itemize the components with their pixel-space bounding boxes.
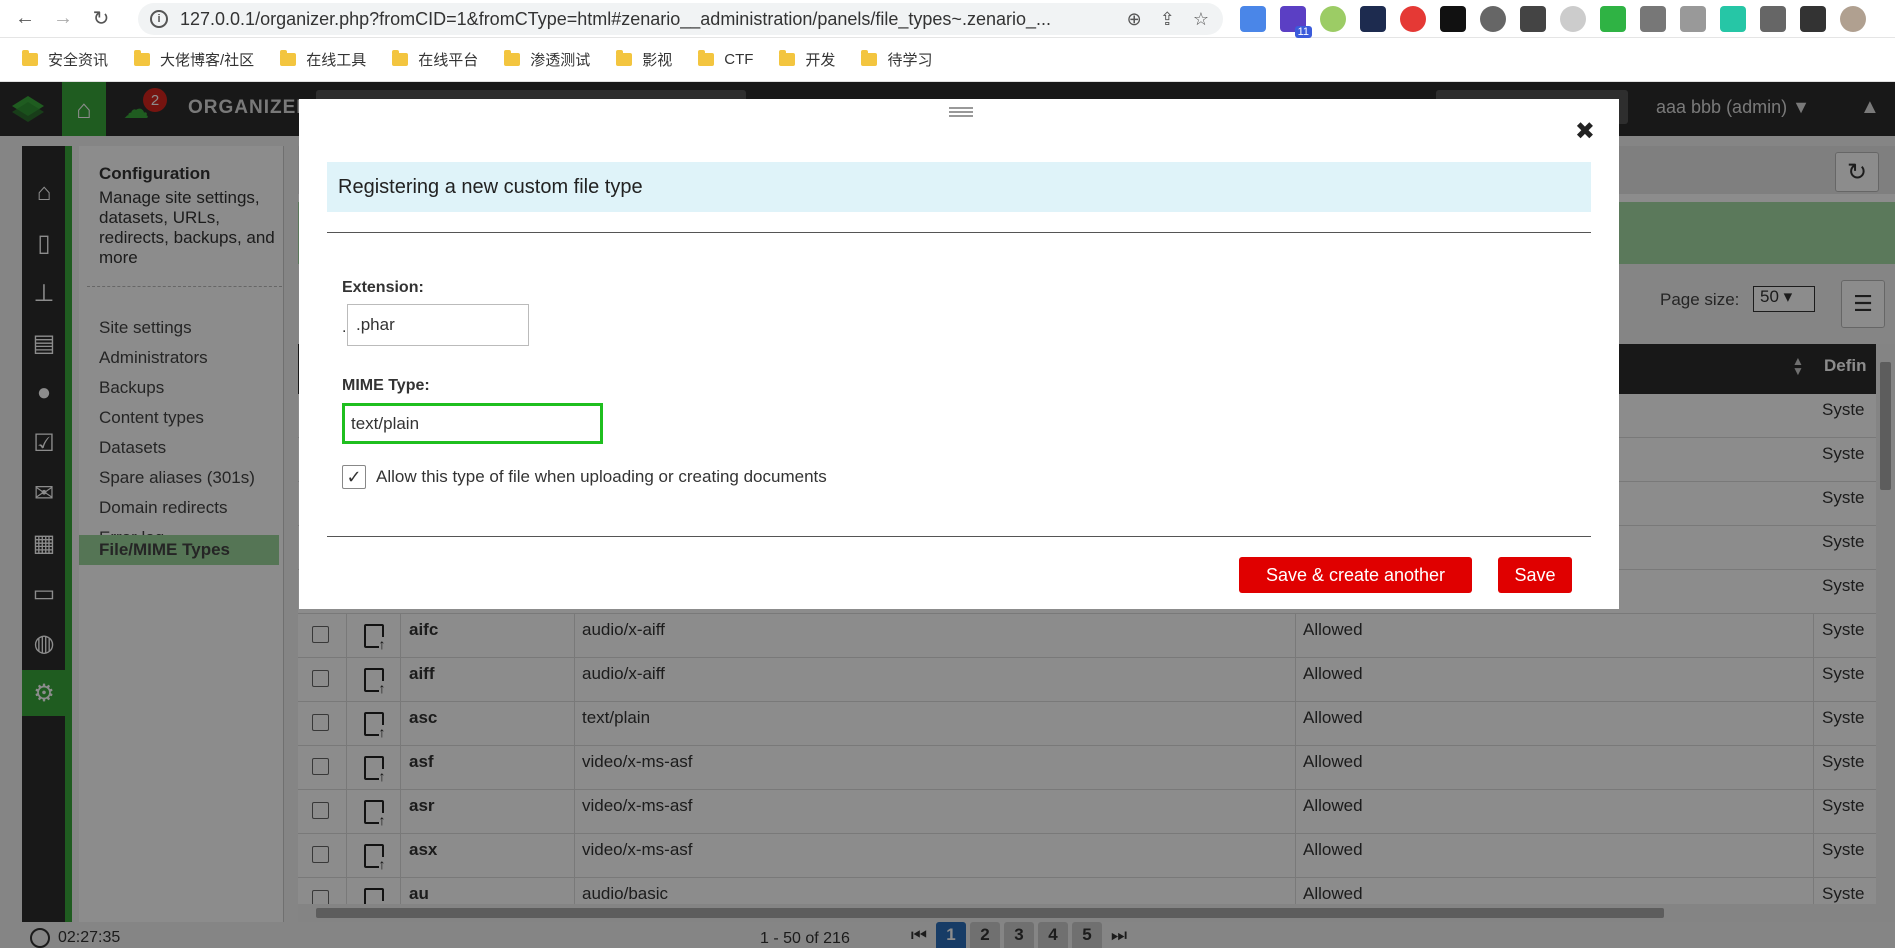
sidepanel-icon[interactable] [1800,6,1826,32]
forward-icon[interactable]: → [50,6,76,32]
copy-ext-icon[interactable] [1680,6,1706,32]
bookmark-item[interactable]: 在线平台 [392,49,478,70]
bookmark-item[interactable]: 开发 [779,49,835,70]
bookmark-item[interactable]: 渗透测试 [504,49,590,70]
folder-icon [861,50,878,66]
extension-input[interactable] [347,304,529,346]
divider [327,536,1591,537]
zoom-icon[interactable]: ⊕ [1127,9,1142,30]
bookmark-item[interactable]: 在线工具 [280,49,366,70]
folder-icon [134,50,151,66]
address-bar[interactable]: i 127.0.0.1/organizer.php?fromCID=1&from… [138,3,1223,35]
bookmark-item[interactable]: CTF [698,50,753,68]
diamond-ext-icon[interactable] [1600,6,1626,32]
folder-icon [280,50,297,66]
folder-icon [698,50,715,66]
reload-icon[interactable]: ↻ [88,6,114,32]
checkmark-icon: ✓ [346,466,362,487]
profile-avatar[interactable] [1840,6,1866,32]
mime-type-label: MIME Type: [342,377,430,394]
teal-ext-icon[interactable] [1720,6,1746,32]
folder-icon [392,50,409,66]
hat-ext-icon[interactable]: 11 [1280,6,1312,38]
bookmark-item[interactable]: 安全资讯 [22,49,108,70]
folder-icon [779,50,796,66]
mime-type-input[interactable] [342,403,603,444]
divider [327,232,1591,233]
translate-ext-icon[interactable] [1240,6,1266,32]
url-text[interactable]: 127.0.0.1/organizer.php?fromCID=1&fromCT… [180,9,1051,30]
extension-badge: 11 [1294,26,1312,38]
star-icon[interactable]: ☆ [1193,9,1209,30]
site-info-icon[interactable]: i [150,10,168,28]
dialog-title: Registering a new custom file type [327,162,1591,212]
gear-ext-icon[interactable] [1480,6,1506,32]
extension-label: Extension: [342,279,424,296]
bookmarks-bar: 安全资讯 大佬博客/社区 在线工具 在线平台 渗透测试 影视 CTF 开发 待学… [0,38,1895,82]
save-button[interactable]: Save [1498,557,1572,593]
extension-icons: 11 [1240,6,1866,38]
close-icon[interactable]: ✖ [1575,117,1595,146]
extension-prefix: . [342,319,347,336]
back-icon[interactable]: ← [12,6,38,32]
folder-icon [616,50,633,66]
mask-ext-icon[interactable] [1520,6,1546,32]
puzzle-icon[interactable] [1760,6,1786,32]
folder-icon [22,50,38,66]
bookmark-item[interactable]: 大佬博客/社区 [134,49,254,70]
dark-ext-icon[interactable] [1360,6,1386,32]
bookmark-item[interactable]: 影视 [616,49,672,70]
green-ext-icon[interactable] [1320,6,1346,32]
robot-ext-icon[interactable] [1640,6,1666,32]
new-file-type-dialog: ✖ Registering a new custom file type Ext… [299,99,1619,609]
black-ext-icon[interactable] [1440,6,1466,32]
allow-checkbox[interactable]: ✓ [342,465,366,489]
save-and-create-another-button[interactable]: Save & create another [1239,557,1472,593]
folder-icon [504,50,521,66]
red-ext-icon[interactable] [1400,6,1426,32]
bookmark-item[interactable]: 待学习 [861,49,932,70]
allow-label[interactable]: Allow this type of file when uploading o… [376,467,827,487]
link-ext-icon[interactable] [1560,6,1586,32]
drag-handle[interactable] [949,107,973,117]
share-icon[interactable]: ⇪ [1160,9,1175,30]
